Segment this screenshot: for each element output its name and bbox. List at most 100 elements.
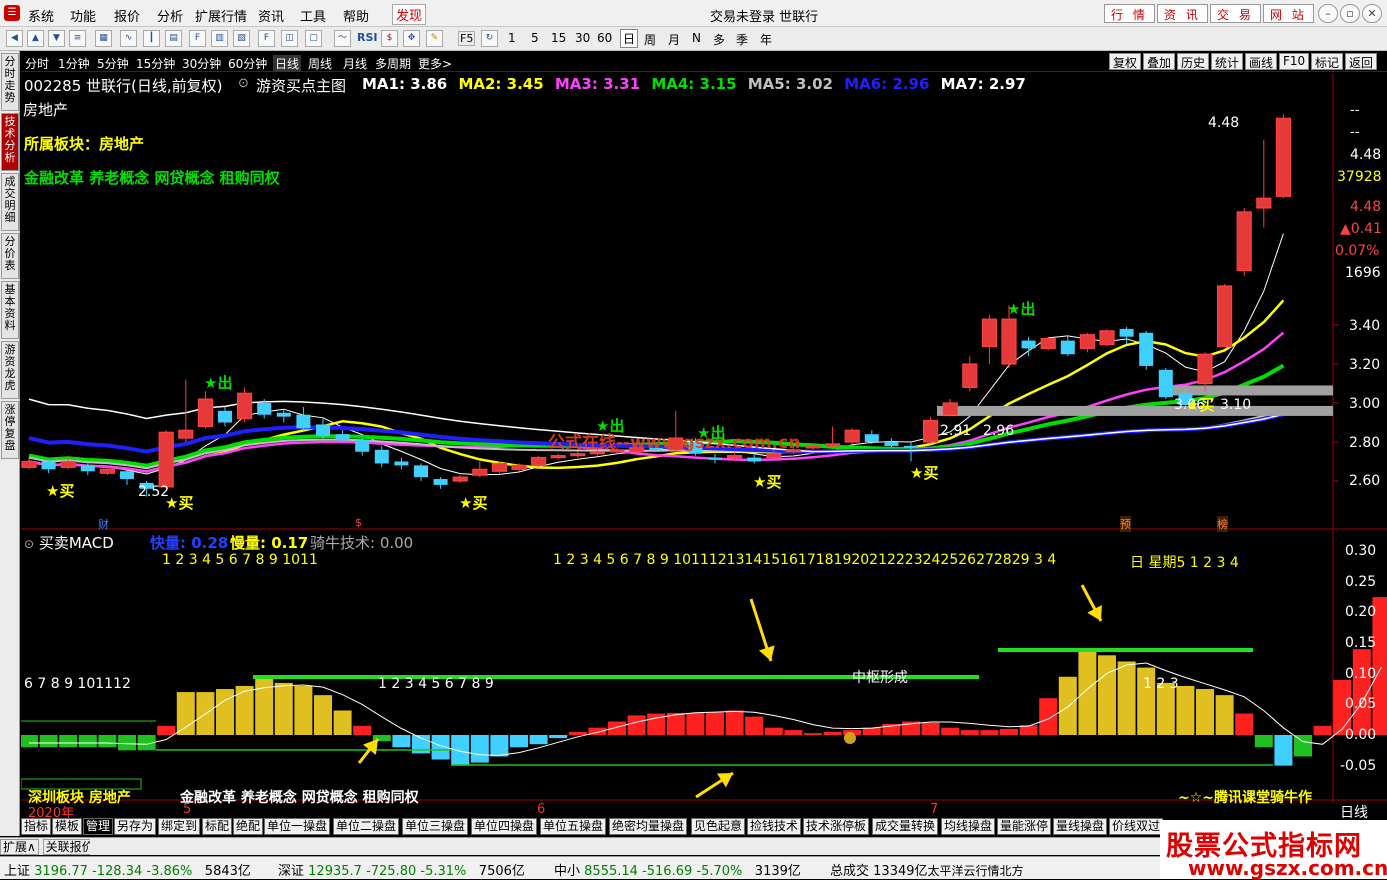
zx-index[interactable]: 中小 8555.14 -516.69 -5.70% 3139亿 — [554, 860, 801, 879]
indicator-tab-13[interactable]: 见色起意 — [691, 818, 746, 835]
chevron-down-icon[interactable]: ⊙ — [24, 537, 34, 551]
candle-icon[interactable]: ┃ — [143, 30, 160, 47]
doc-icon[interactable]: ▧ — [233, 30, 250, 47]
period-5min[interactable]: 5 — [531, 31, 539, 45]
menu-item-system[interactable]: 系统 — [28, 6, 54, 25]
sidebar-tab-tech-analysis[interactable]: 技术分析 — [1, 113, 19, 171]
period-tab-1min[interactable]: 1分钟 — [58, 55, 90, 72]
indicator-tab-12[interactable]: 绝密均量操盘 — [609, 818, 688, 835]
period-tab-multi[interactable]: 多周期 — [375, 55, 411, 72]
period-tab-week[interactable]: 周线 — [308, 55, 332, 72]
table-icon[interactable]: ▥ — [211, 30, 228, 47]
menu-item-quote[interactable]: 报价 — [114, 6, 140, 25]
overlay-button[interactable]: 叠加 — [1143, 53, 1176, 70]
indicator-tab-16[interactable]: 成交量转换 — [872, 818, 939, 835]
macd-title[interactable]: ⊙ 买卖MACD — [24, 532, 114, 553]
indicator-tab-9[interactable]: 单位三操盘 — [402, 818, 469, 835]
quick-button-trade[interactable]: 交 易 — [1210, 4, 1261, 23]
restore-icon[interactable]: ▫ — [1340, 4, 1360, 23]
refresh-icon[interactable]: ↻ — [481, 30, 498, 47]
indicator-tab-4[interactable]: 绑定到 — [158, 818, 201, 835]
indicator-tab-2[interactable]: 管理 — [83, 818, 114, 835]
indicator-tab-7[interactable]: 单位一操盘 — [264, 818, 331, 835]
quick-button-quote[interactable]: 行 情 — [1104, 4, 1155, 23]
indicator-tab-5[interactable]: 标配 — [202, 818, 233, 835]
draw-button[interactable]: 画线 — [1245, 53, 1278, 70]
indicator-icon[interactable]: 〜 — [334, 30, 351, 47]
period-quarter[interactable]: 季 — [736, 31, 748, 48]
restore-right-button[interactable]: 复权 — [1109, 53, 1142, 70]
period-tab-month[interactable]: 月线 — [343, 55, 367, 72]
formula-icon[interactable]: F — [258, 30, 275, 47]
indicator-tab-6[interactable]: 绝配 — [233, 818, 264, 835]
sidebar-tab-limit-review[interactable]: 涨停复盘 — [1, 401, 19, 459]
indicator-tab-14[interactable]: 捡钱技术 — [747, 818, 802, 835]
back-icon[interactable]: ◀ — [6, 30, 23, 47]
period-tab-more[interactable]: 更多> — [418, 55, 452, 72]
indicator-tab-17[interactable]: 均线操盘 — [941, 818, 996, 835]
pen-icon[interactable]: ✎ — [426, 30, 443, 47]
line-chart-icon[interactable]: ∿ — [120, 30, 137, 47]
sz-index[interactable]: 深证 12935.7 -725.80 -5.31% 7506亿 — [278, 860, 525, 879]
period-tab-60min[interactable]: 60分钟 — [228, 55, 267, 72]
quick-button-site[interactable]: 网 站 — [1263, 4, 1314, 23]
indicator-tab-1[interactable]: 模板 — [52, 818, 83, 835]
f5-button[interactable]: F5 — [458, 31, 476, 46]
sidebar-tab-trade-detail[interactable]: 成交明细 — [1, 173, 19, 231]
period-day[interactable]: 日 — [620, 29, 639, 48]
period-60min[interactable]: 60 — [597, 31, 612, 45]
menu-item-help[interactable]: 帮助 — [343, 6, 369, 25]
period-multi[interactable]: 多 — [713, 31, 725, 48]
period-tab-15min[interactable]: 15分钟 — [136, 55, 175, 72]
expand-button[interactable]: 扩展∧ — [0, 839, 39, 855]
indicator-tab-19[interactable]: 量线操盘 — [1053, 818, 1108, 835]
period-tab-timeshare[interactable]: 分时 — [25, 55, 49, 72]
marker-forecast[interactable]: 预 — [1120, 516, 1131, 532]
menu-item-tools[interactable]: 工具 — [300, 6, 326, 25]
indicator-tab-11[interactable]: 单位五操盘 — [540, 818, 607, 835]
grid-icon[interactable]: ▦ — [95, 30, 112, 47]
indicator-tab-3[interactable]: 另存为 — [114, 818, 157, 835]
period-month[interactable]: 月 — [668, 31, 680, 48]
move-icon[interactable]: ✥ — [403, 30, 420, 47]
sidebar-tab-basic-info[interactable]: 基本资料 — [1, 281, 19, 339]
minimize-icon[interactable]: – — [1318, 4, 1338, 23]
period-tab-30min[interactable]: 30分钟 — [182, 55, 221, 72]
indicator-tab-10[interactable]: 单位四操盘 — [471, 818, 538, 835]
sidebar-tab-timeshare[interactable]: 分时走势 — [1, 53, 19, 111]
history-button[interactable]: 历史 — [1177, 53, 1210, 70]
related-quote-button[interactable]: 关联报价 — [42, 839, 97, 855]
down-icon[interactable]: ▼ — [48, 30, 65, 47]
menu-item-discover[interactable]: 发现 — [392, 4, 427, 25]
indicator-tab-15[interactable]: 技术涨停板 — [803, 818, 870, 835]
period-tab-day[interactable]: 日线 — [273, 55, 302, 72]
quick-button-info[interactable]: 资 讯 — [1157, 4, 1208, 23]
close-icon[interactable]: ✕ — [1362, 4, 1382, 23]
stats-button[interactable]: 统计 — [1211, 53, 1244, 70]
period-15min[interactable]: 15 — [551, 31, 566, 45]
period-year[interactable]: 年 — [760, 31, 772, 48]
menu-item-ext-quote[interactable]: 扩展行情 — [195, 6, 247, 25]
indicator-tab-18[interactable]: 量能涨停 — [997, 818, 1052, 835]
indicator-tab-8[interactable]: 单位二操盘 — [333, 818, 400, 835]
indicator-tab-20[interactable]: 价线双过 — [1109, 818, 1164, 835]
up-icon[interactable]: ▲ — [27, 30, 44, 47]
indicator-tab-0[interactable]: 指标 — [21, 818, 52, 835]
period-week[interactable]: 周 — [644, 31, 656, 48]
period-30min[interactable]: 30 — [575, 31, 590, 45]
marker-finance[interactable]: 财 — [98, 516, 109, 532]
marker-dividend[interactable]: $ — [355, 516, 362, 529]
menu-item-analysis[interactable]: 分析 — [157, 6, 183, 25]
window-icon[interactable]: ▢ — [305, 30, 322, 47]
sh-index[interactable]: 上证 3196.77 -128.34 -3.86% 5843亿 — [4, 860, 251, 879]
list-icon[interactable]: ≡ — [69, 30, 86, 47]
return-button[interactable]: 返回 — [1345, 53, 1378, 70]
form-icon[interactable]: ▤ — [165, 30, 182, 47]
sidebar-tab-dragon-tiger[interactable]: 游资龙虎 — [1, 341, 19, 399]
sidebar-tab-price-table[interactable]: 分价表 — [1, 233, 19, 279]
mark-button[interactable]: 标记 — [1311, 53, 1344, 70]
menu-item-info[interactable]: 资讯 — [258, 6, 284, 25]
period-1min[interactable]: 1 — [508, 31, 516, 45]
period-n[interactable]: N — [692, 31, 701, 45]
compare-icon[interactable]: ◫ — [281, 30, 298, 47]
